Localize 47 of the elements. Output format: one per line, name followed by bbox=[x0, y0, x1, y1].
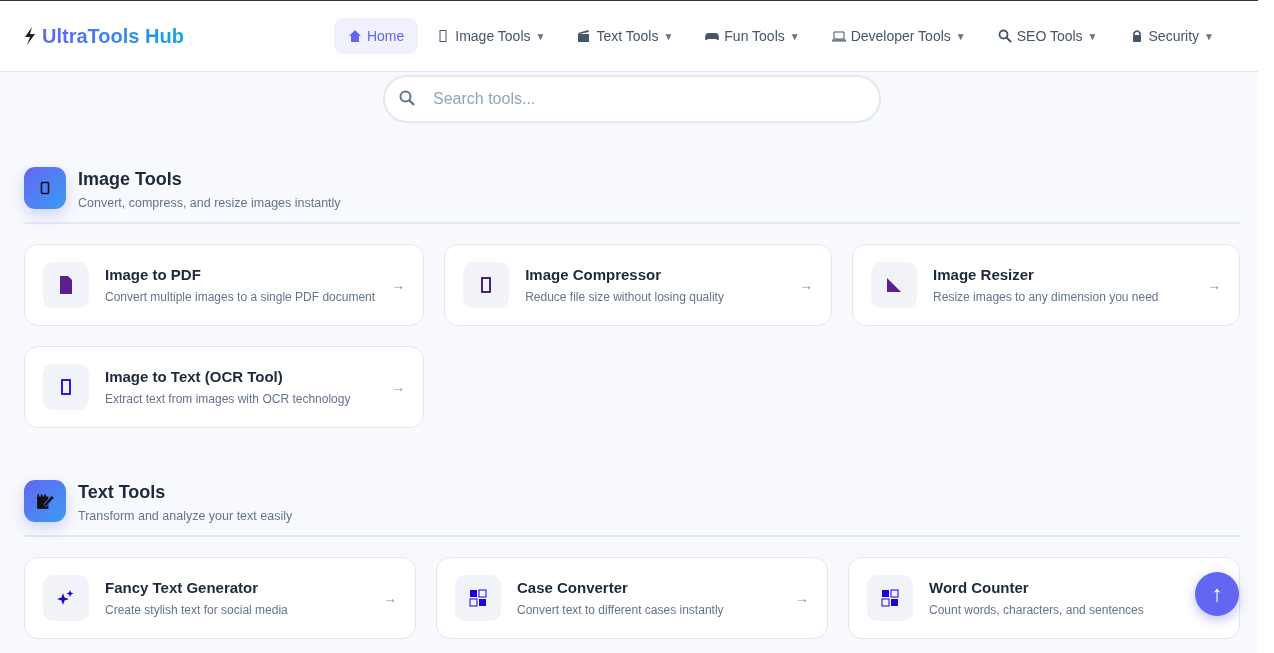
tool-description: Count words, characters, and sentences bbox=[929, 603, 1144, 617]
tool-card[interactable]: Fancy Text Generator Create stylish text for social media → bbox=[24, 557, 416, 639]
nav-link[interactable]: Home bbox=[333, 18, 419, 54]
arrow-icon: → bbox=[799, 277, 814, 293]
tool-name: Word Counter bbox=[929, 579, 1029, 596]
tool-name: Image to Text (OCR Tool) bbox=[105, 368, 283, 385]
tool-name: Image to PDF bbox=[105, 266, 201, 283]
arrow-icon: → bbox=[795, 590, 809, 606]
search-field[interactable]: Search tools... bbox=[383, 75, 881, 123]
nav-link[interactable]: Security ▼ bbox=[1115, 18, 1228, 54]
section-subtitle: Transform and analyze your text easily bbox=[78, 509, 293, 523]
tool-name: Fancy Text Generator bbox=[105, 579, 259, 596]
section-icon bbox=[24, 167, 66, 209]
section-icon bbox=[24, 480, 66, 522]
tool-description: Convert text to different cases instantly bbox=[517, 603, 724, 617]
laptop-icon bbox=[831, 29, 846, 43]
tool-card[interactable]: Image Compressor Reduce file size without losing quality → bbox=[444, 244, 833, 326]
tool-name: Case Converter bbox=[517, 579, 628, 596]
arrow-icon: → bbox=[391, 379, 406, 395]
tool-description: Reduce file size without losing quality bbox=[525, 290, 724, 304]
lightning-icon bbox=[24, 27, 36, 45]
section-subtitle: Convert, compress, and resize images instantly bbox=[78, 196, 341, 210]
nav-link[interactable]: Fun Tools ▼ bbox=[691, 18, 814, 54]
arrow-icon: → bbox=[383, 590, 397, 606]
tool-name: Image Resizer bbox=[933, 266, 1034, 283]
arrow-icon: → bbox=[1207, 277, 1221, 293]
search-icon bbox=[997, 29, 1012, 43]
tool-card[interactable]: Image to PDF Convert multiple images to a single PDF document → bbox=[24, 244, 425, 326]
tool-description: Extract text from images with OCR technology bbox=[105, 392, 351, 406]
tool-description: Convert multiple images to a single PDF document bbox=[105, 290, 376, 304]
house-icon bbox=[347, 29, 362, 43]
search-icon bbox=[399, 90, 415, 106]
clapper-icon bbox=[577, 29, 592, 43]
tool-description: Resize images to any dimension you need bbox=[933, 290, 1159, 304]
nav-link[interactable]: Developer Tools ▼ bbox=[817, 18, 980, 54]
nav-link[interactable]: Image Tools ▼ bbox=[422, 18, 560, 54]
tool-name: Image Compressor bbox=[525, 266, 661, 283]
numbers-icon bbox=[880, 588, 900, 608]
tool-description: Create stylish text for social media bbox=[105, 603, 288, 617]
section-title: Image Tools bbox=[78, 169, 183, 190]
tool-card[interactable]: Case Converter Convert text to different cases instantly → bbox=[436, 557, 828, 639]
tool-card[interactable]: Image to Text (OCR Tool) Extract text from images with OCR technology → bbox=[24, 346, 425, 428]
nav-link[interactable]: SEO Tools ▼ bbox=[983, 18, 1112, 54]
tool-card[interactable]: Image Resizer Resize images to any dimension you need → bbox=[852, 244, 1240, 326]
arrow-icon: → bbox=[391, 277, 406, 293]
section-title: Text Tools bbox=[78, 482, 167, 503]
nav-link[interactable]: Text Tools ▼ bbox=[563, 18, 688, 54]
